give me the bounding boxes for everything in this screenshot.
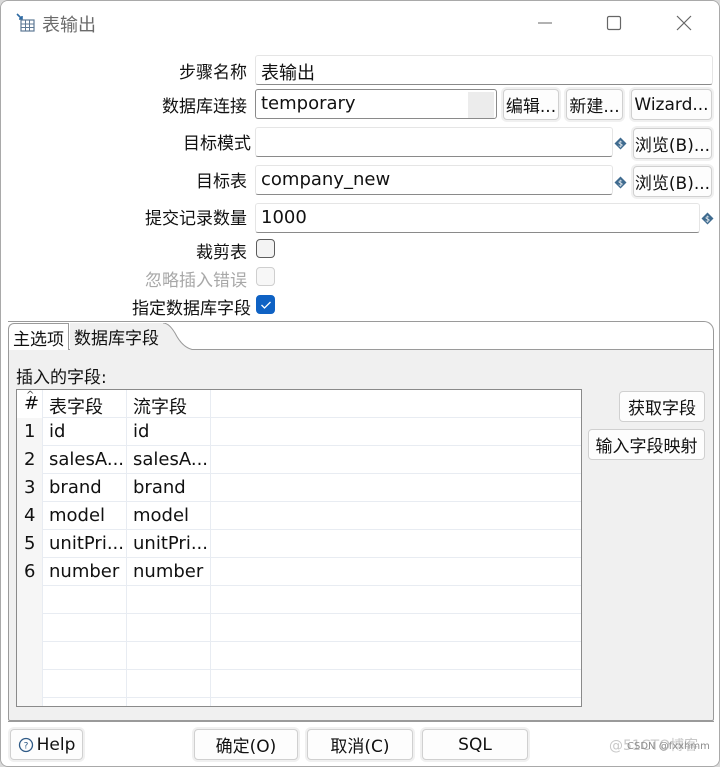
table-field-cell[interactable]: model (43, 502, 127, 530)
table-row[interactable]: 4 model model (17, 502, 581, 530)
column-header-table-field[interactable]: 表字段 (43, 390, 127, 418)
svg-text:?: ? (23, 741, 28, 751)
enter-field-mapping-button[interactable]: 输入字段映射 (588, 429, 705, 460)
minimize-icon (538, 22, 552, 24)
specify-db-fields-checkbox[interactable] (256, 295, 275, 314)
window-title: 表输出 (42, 15, 96, 36)
title-bar: 表输出 (1, 1, 719, 45)
commit-size-label: 提交记录数量 (145, 209, 247, 229)
inserted-fields-label: 插入的字段: (16, 368, 107, 388)
minimize-button[interactable] (522, 1, 568, 45)
stream-field-cell[interactable]: salesA... (127, 446, 211, 474)
stream-field-cell[interactable]: id (127, 418, 211, 446)
specify-db-fields-label: 指定数据库字段 (132, 299, 251, 319)
table-row[interactable]: 1 id id (17, 418, 581, 446)
variable-icon: $ (614, 135, 627, 150)
dropdown-arrow-icon[interactable] (468, 92, 494, 118)
new-connection-button[interactable]: 新建... (566, 89, 623, 120)
target-schema-input[interactable] (255, 127, 613, 157)
table-field-cell[interactable]: unitPri... (43, 530, 127, 558)
edit-connection-button[interactable]: 编辑... (503, 89, 559, 120)
step-name-input[interactable]: 表输出 (255, 55, 713, 85)
help-icon: ? (18, 737, 33, 752)
help-button[interactable]: ? Help (10, 729, 83, 760)
empty-row[interactable] (17, 586, 581, 614)
table-row[interactable]: 5 unitPri... unitPri... (17, 530, 581, 558)
sql-button[interactable]: SQL (422, 729, 528, 760)
db-connection-select[interactable]: temporary (255, 89, 497, 119)
variable-icon: $ (614, 174, 627, 189)
step-name-label: 步骤名称 (179, 63, 247, 83)
tab-main-options[interactable]: 主选项 (8, 323, 69, 350)
table-header: ^ # 表字段 流字段 (17, 390, 581, 418)
table-field-cell[interactable]: salesA... (43, 446, 127, 474)
table-output-icon (16, 13, 36, 33)
truncate-table-checkbox[interactable] (256, 239, 275, 258)
table-output-dialog: 表输出 步骤名称 表输出 数据库连接 temporary 编辑... 新建...… (0, 0, 720, 767)
field-mapping-table[interactable]: ^ # 表字段 流字段 1 id id 2 salesA... salesA..… (16, 389, 582, 707)
db-connection-value: temporary (261, 93, 356, 114)
maximize-button[interactable] (591, 1, 637, 45)
table-field-cell[interactable]: brand (43, 474, 127, 502)
variable-icon: $ (701, 210, 714, 225)
tab-database-fields[interactable]: 数据库字段 (70, 323, 163, 350)
watermark-secondary: CSDN @fxxhmm (627, 741, 710, 752)
truncate-table-label: 裁剪表 (196, 243, 247, 263)
stream-field-cell[interactable]: number (127, 558, 211, 586)
get-fields-button[interactable]: 获取字段 (619, 391, 705, 422)
wizard-button[interactable]: Wizard... (631, 89, 712, 120)
close-icon (676, 15, 692, 31)
empty-row[interactable] (17, 698, 581, 706)
db-connection-label: 数据库连接 (162, 97, 247, 117)
column-header-stream-field[interactable]: 流字段 (127, 390, 211, 418)
commit-size-input[interactable]: 1000 (255, 203, 700, 233)
table-field-cell[interactable]: number (43, 558, 127, 586)
table-row[interactable]: 3 brand brand (17, 474, 581, 502)
maximize-icon (606, 15, 622, 31)
browse-schema-button[interactable]: 浏览(B)... (633, 128, 712, 159)
sort-icon: ^ (26, 390, 35, 401)
close-button[interactable] (661, 1, 707, 45)
checkmark-icon (260, 301, 271, 309)
stream-field-cell[interactable]: brand (127, 474, 211, 502)
stream-field-cell[interactable]: model (127, 502, 211, 530)
target-table-input[interactable]: company_new (255, 165, 613, 195)
target-schema-label: 目标模式 (183, 134, 251, 154)
svg-text:$: $ (705, 215, 710, 224)
empty-row[interactable] (17, 614, 581, 642)
column-header-number[interactable]: ^ # (17, 390, 43, 418)
target-table-label: 目标表 (196, 172, 247, 192)
empty-row[interactable] (17, 670, 581, 698)
svg-text:$: $ (618, 140, 623, 149)
table-row[interactable]: 2 salesA... salesA... (17, 446, 581, 474)
table-field-cell[interactable]: id (43, 418, 127, 446)
browse-table-button[interactable]: 浏览(B)... (633, 166, 712, 197)
stream-field-cell[interactable]: unitPri... (127, 530, 211, 558)
ignore-insert-errors-checkbox (256, 267, 275, 286)
svg-text:$: $ (618, 179, 623, 188)
table-row[interactable]: 6 number number (17, 558, 581, 586)
empty-row[interactable] (17, 642, 581, 670)
dialog-content: 步骤名称 表输出 数据库连接 temporary 编辑... 新建... Wiz… (1, 45, 719, 766)
ok-button[interactable]: 确定(O) (194, 729, 298, 760)
ignore-insert-errors-label: 忽略插入错误 (145, 271, 247, 291)
cancel-button[interactable]: 取消(C) (307, 729, 413, 760)
